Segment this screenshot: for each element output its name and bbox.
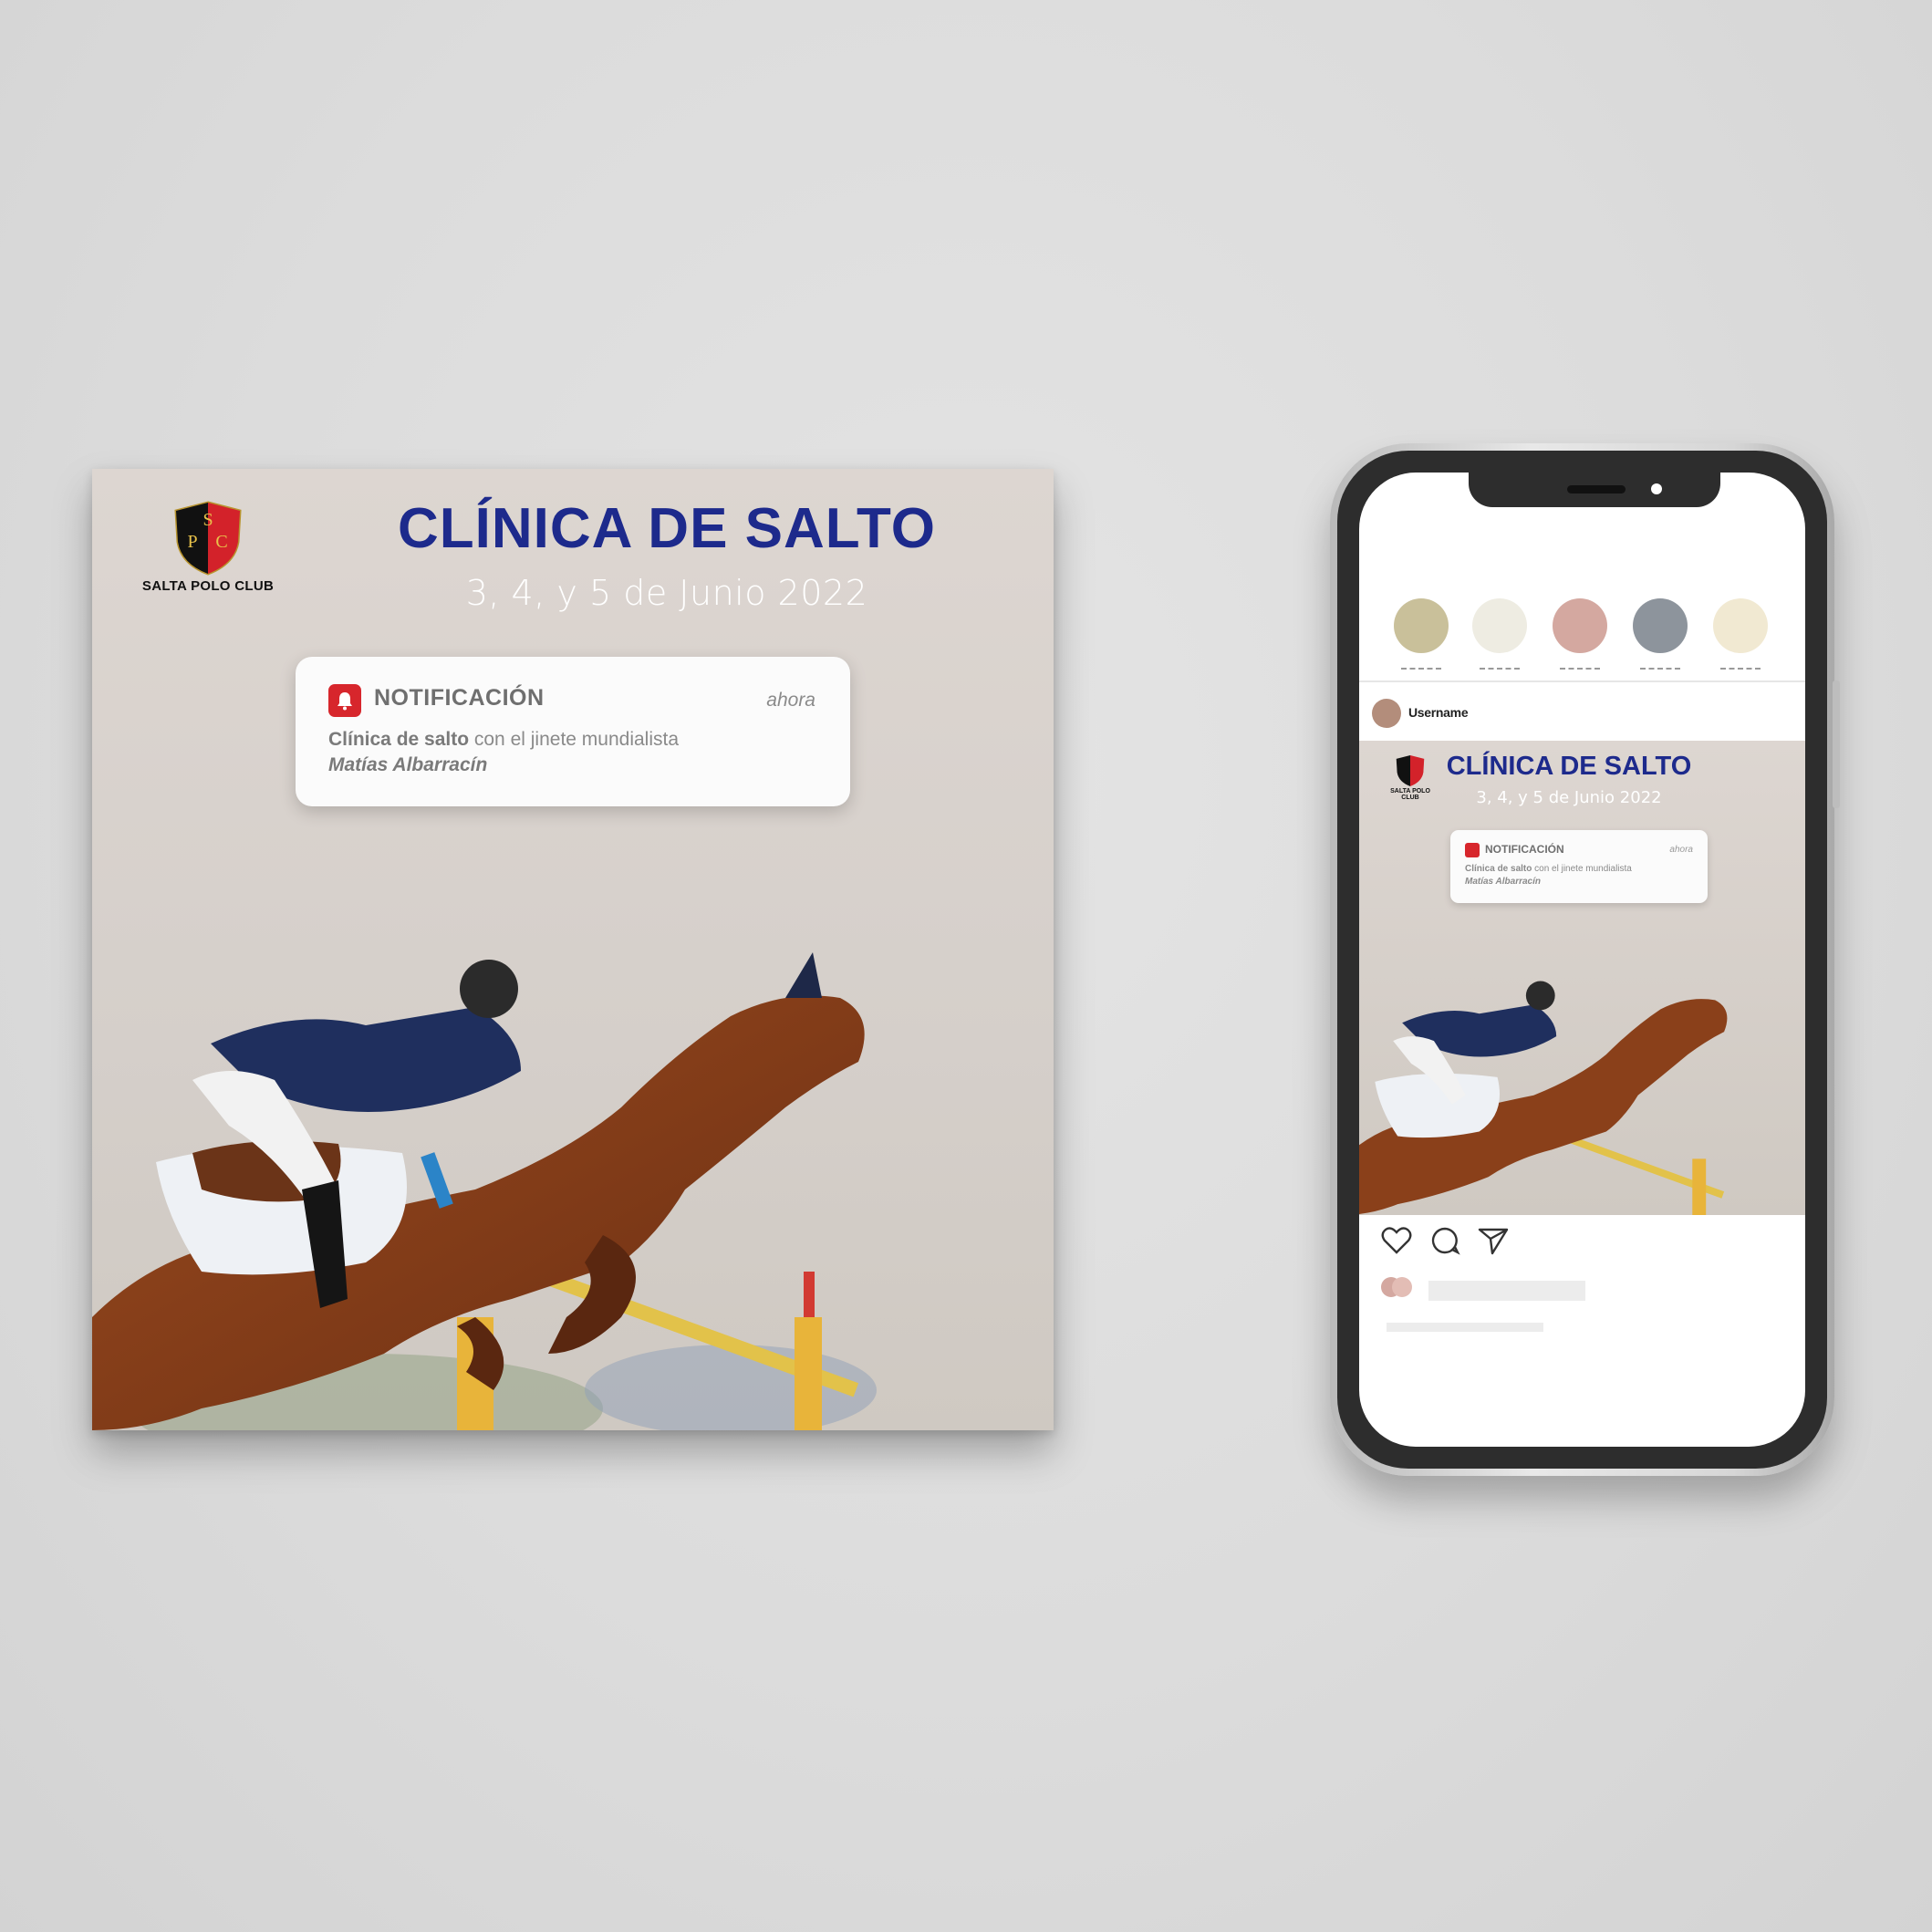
logo-letter-c: C: [215, 532, 227, 552]
like-avatar: [1392, 1277, 1412, 1297]
story-caption: [1720, 664, 1761, 670]
comment-icon[interactable]: [1430, 1226, 1461, 1255]
bell-icon: [328, 684, 361, 717]
notification-body: Clínica de salto con el jinete mundialis…: [328, 727, 679, 778]
post-title: CLÍNICA DE SALTO: [1446, 752, 1692, 781]
likes-text-placeholder: [1428, 1281, 1585, 1301]
notification-body-text: con el jinete mundialista: [1532, 864, 1632, 874]
horse-jump-photo: [1359, 981, 1728, 1215]
horse-jump-photo: [92, 952, 877, 1430]
bell-icon: [1465, 843, 1480, 857]
logo-caption: SALTA POLO CLUB: [141, 578, 275, 594]
story-caption: [1480, 664, 1520, 670]
story-caption: [1560, 664, 1600, 670]
notification-time: ahora: [1669, 845, 1693, 855]
heart-icon[interactable]: [1381, 1226, 1412, 1255]
user-avatar[interactable]: [1372, 699, 1401, 728]
phone-bezel: Username SALTA POLO CLUB CLÍNICA DE SALT…: [1337, 451, 1827, 1469]
story-avatar[interactable]: [1553, 598, 1607, 653]
post-date: 3, 4, y 5 de Junio 2022: [1476, 788, 1662, 807]
story-caption: [1640, 664, 1680, 670]
post-logo: SALTA POLO CLUB: [1381, 753, 1439, 801]
notification-body-bold: Clínica de salto: [328, 729, 470, 750]
stories-divider: [1359, 680, 1805, 682]
stories-row: [1359, 598, 1805, 670]
notification-card: NOTIFICACIÓN ahora Clínica de salto con …: [296, 657, 850, 806]
notification-body-bold: Clínica de salto: [1465, 864, 1532, 874]
notification-body-rider: Matías Albarracín: [328, 754, 488, 775]
notification-card: NOTIFICACIÓN ahora Clínica de salto con …: [1450, 830, 1708, 903]
logo-letter-s: S: [203, 510, 213, 530]
salta-polo-club-logo: S P C SALTA POLO CLUB: [140, 500, 276, 594]
notification-title: NOTIFICACIÓN: [374, 685, 545, 711]
post-date: 3, 4, y 5 de Junio 2022: [465, 573, 868, 613]
phone-notch: [1469, 473, 1720, 507]
phone-screen: Username SALTA POLO CLUB CLÍNICA DE SALT…: [1359, 473, 1805, 1447]
front-camera: [1651, 483, 1662, 494]
post-image[interactable]: SALTA POLO CLUB CLÍNICA DE SALTO 3, 4, y…: [1359, 741, 1805, 1215]
story-avatar[interactable]: [1472, 598, 1527, 653]
logo-letter-p: P: [187, 532, 197, 552]
smartphone-mockup: Username SALTA POLO CLUB CLÍNICA DE SALT…: [1330, 443, 1840, 1476]
notification-body: Clínica de salto con el jinete mundialis…: [1465, 863, 1632, 888]
story-avatar[interactable]: [1394, 598, 1449, 653]
notification-time: ahora: [766, 690, 815, 711]
story-avatar[interactable]: [1713, 598, 1768, 653]
notification-title: NOTIFICACIÓN: [1485, 843, 1564, 856]
notification-body-rider: Matías Albarracín: [1465, 877, 1541, 887]
post-title: CLÍNICA DE SALTO: [397, 497, 937, 560]
share-icon[interactable]: [1478, 1226, 1509, 1255]
post-logo-caption: SALTA POLO CLUB: [1390, 788, 1430, 801]
shield-logo-icon: S P C: [174, 501, 242, 576]
username-label[interactable]: Username: [1408, 705, 1469, 720]
instagram-post-preview: S P C SALTA POLO CLUB CLÍNICA DE SALTO 3…: [92, 469, 1054, 1430]
speaker-grille: [1567, 485, 1626, 493]
phone-side-button: [1833, 680, 1840, 808]
caption-placeholder: [1387, 1323, 1543, 1332]
shield-logo-icon: [1396, 755, 1425, 786]
story-caption: [1401, 664, 1441, 670]
notification-body-text: con el jinete mundialista: [469, 729, 680, 750]
story-avatar[interactable]: [1633, 598, 1688, 653]
